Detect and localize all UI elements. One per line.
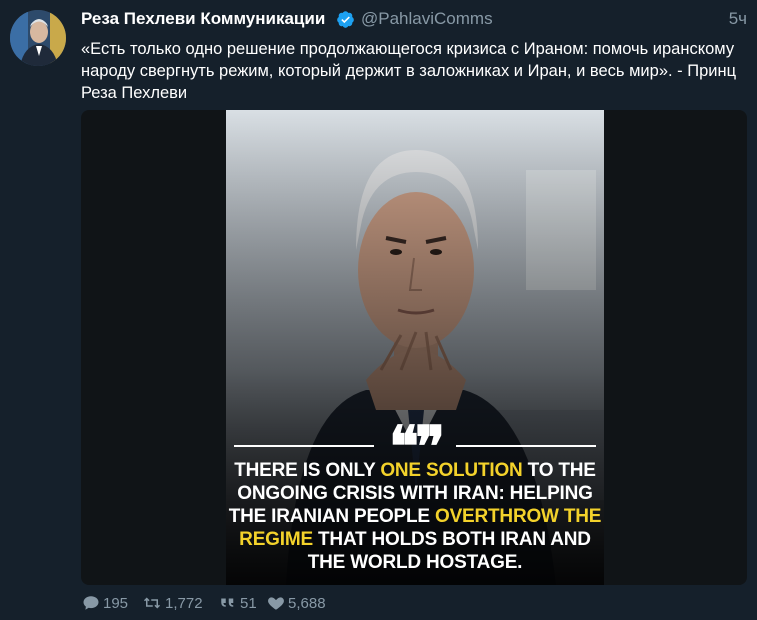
- caption-part: that holds both Iran and the world hosta…: [307, 529, 591, 573]
- avatar-image: [10, 10, 66, 66]
- retweet-count: 1,772: [165, 594, 203, 612]
- quote-icon: [221, 598, 234, 607]
- quote-button[interactable]: 51: [218, 594, 257, 612]
- tweet-media[interactable]: ❝❞ There is only one solution to the ong…: [81, 110, 747, 585]
- verified-badge-icon: [337, 11, 354, 28]
- quote-count: 51: [240, 594, 257, 612]
- retweet-button[interactable]: 1,772: [141, 594, 203, 612]
- like-count: 5,688: [288, 594, 326, 612]
- tweet-text: «Есть только одно решение продолжающегос…: [81, 40, 737, 102]
- author-handle[interactable]: @PahlaviComms: [361, 9, 493, 29]
- media-caption: There is only one solution to the ongoin…: [226, 459, 604, 574]
- caption-part: There is only: [234, 460, 381, 481]
- reply-count: 195: [103, 594, 129, 612]
- like-button[interactable]: 5,688: [266, 594, 326, 612]
- reply-icon: [83, 596, 99, 610]
- avatar[interactable]: [10, 10, 66, 66]
- author-name[interactable]: Реза Пехлеви Коммуникации: [81, 9, 325, 29]
- reply-button[interactable]: 195: [81, 594, 128, 612]
- media-photo: ❝❞ There is only one solution to the ong…: [226, 110, 604, 585]
- caption-highlight: one solution: [380, 460, 523, 481]
- tweet-timestamp[interactable]: 5ч: [729, 9, 747, 29]
- tweet-header: Реза Пехлеви Коммуникации @PahlaviComms …: [81, 9, 747, 33]
- retweet-icon: [143, 597, 161, 609]
- heart-icon: [268, 597, 284, 610]
